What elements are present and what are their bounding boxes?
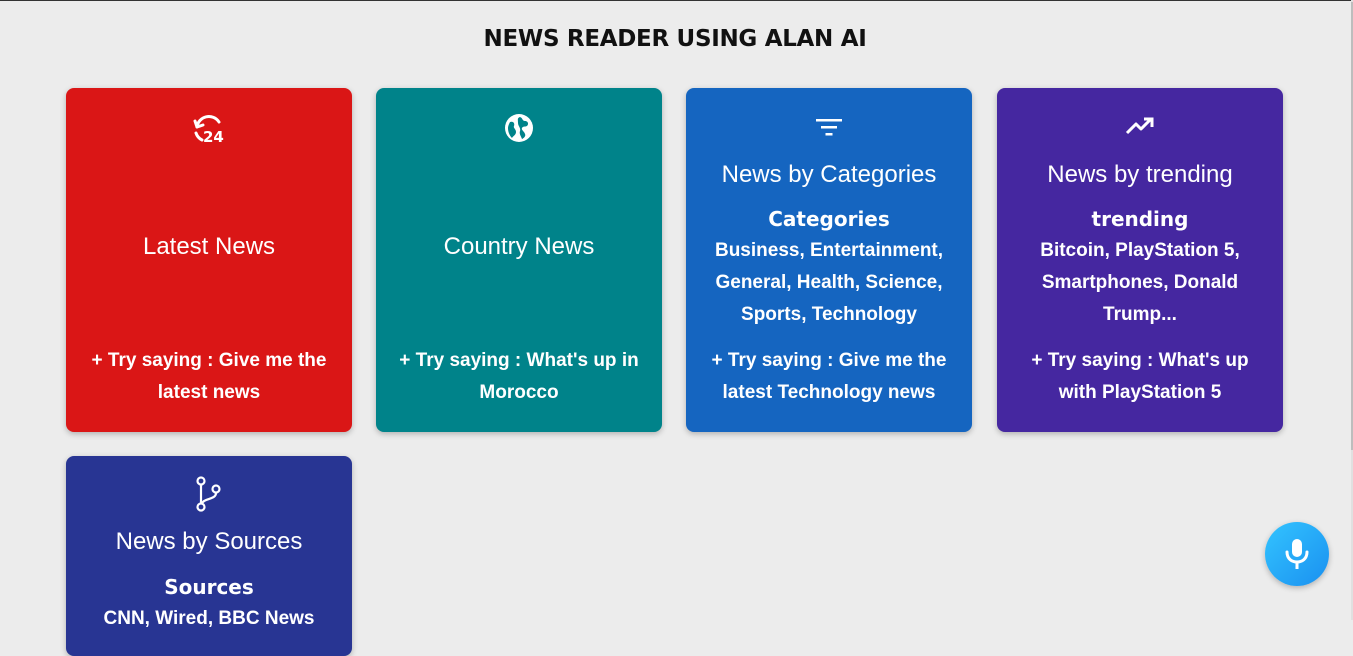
card-list: Business, Entertainment, General, Health… — [714, 240, 944, 325]
card-news-by-trending[interactable]: News by trending trending Bitcoin, PlayS… — [997, 88, 1283, 432]
24-hours-icon: 24 — [66, 112, 352, 146]
card-country-news[interactable]: Country News + Try saying : What's up in… — [376, 88, 662, 432]
card-news-by-categories[interactable]: News by Categories Categories Business, … — [686, 88, 972, 432]
card-title: Country News — [443, 233, 595, 260]
card-title: Latest News — [142, 233, 276, 260]
microphone-button[interactable] — [1265, 522, 1329, 586]
page-title: NEWS READER USING ALAN AI — [483, 26, 867, 52]
card-title: News by Sources — [115, 528, 303, 555]
card-subhead: trending — [1091, 207, 1189, 231]
fork-icon — [66, 476, 352, 512]
top-border — [0, 0, 1353, 1]
card-hint: + Try saying : What's up in Morocco — [399, 350, 639, 403]
card-news-by-sources[interactable]: News by Sources Sources CNN, Wired, BBC … — [66, 456, 352, 656]
card-latest-news[interactable]: 24 Latest News + Try saying : Give me th… — [66, 88, 352, 432]
card-list: Bitcoin, PlayStation 5, Smartphones, Don… — [1040, 240, 1240, 325]
card-hint: + Try saying : What's up with PlayStatio… — [1031, 350, 1249, 403]
card-subhead: Categories — [768, 207, 890, 231]
card-hint: + Try saying : Give me the latest Techno… — [711, 350, 947, 403]
card-subhead: Sources — [164, 575, 254, 599]
card-title: News by Categories — [721, 161, 937, 188]
svg-text:24: 24 — [203, 128, 224, 146]
card-title: News by trending — [1047, 161, 1233, 188]
globe-icon — [376, 112, 662, 144]
microphone-icon — [1285, 539, 1309, 569]
card-list: CNN, Wired, BBC News — [103, 608, 315, 629]
trending-icon — [997, 116, 1283, 136]
card-hint: + Try saying : Give me the latest news — [91, 350, 327, 403]
filter-icon — [686, 116, 972, 138]
